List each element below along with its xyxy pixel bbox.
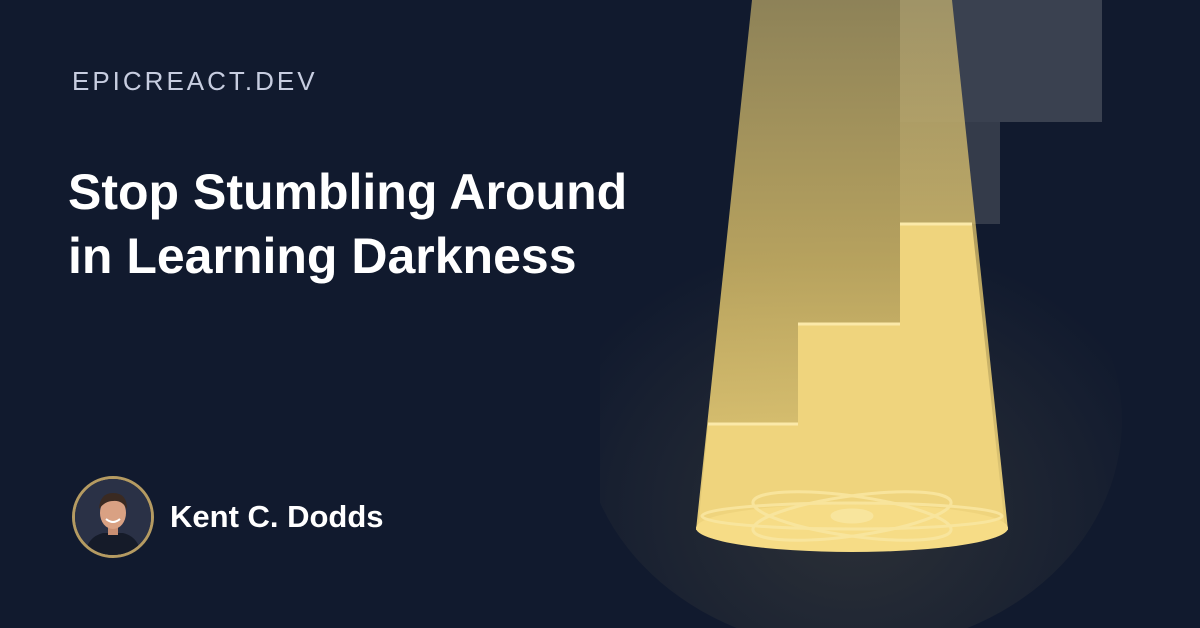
social-card: EPICREACT.DEV Stop Stumbling Around in L… (0, 0, 1200, 628)
site-name[interactable]: EPICREACT.DEV (72, 66, 318, 97)
author-name: Kent C. Dodds (170, 499, 384, 534)
spotlight-staircase-illustration (600, 0, 1122, 628)
avatar (72, 476, 154, 558)
headline: Stop Stumbling Around in Learning Darkne… (68, 164, 628, 284)
author-info: Kent C. Dodds (72, 476, 384, 558)
author-photo-icon (75, 479, 151, 555)
